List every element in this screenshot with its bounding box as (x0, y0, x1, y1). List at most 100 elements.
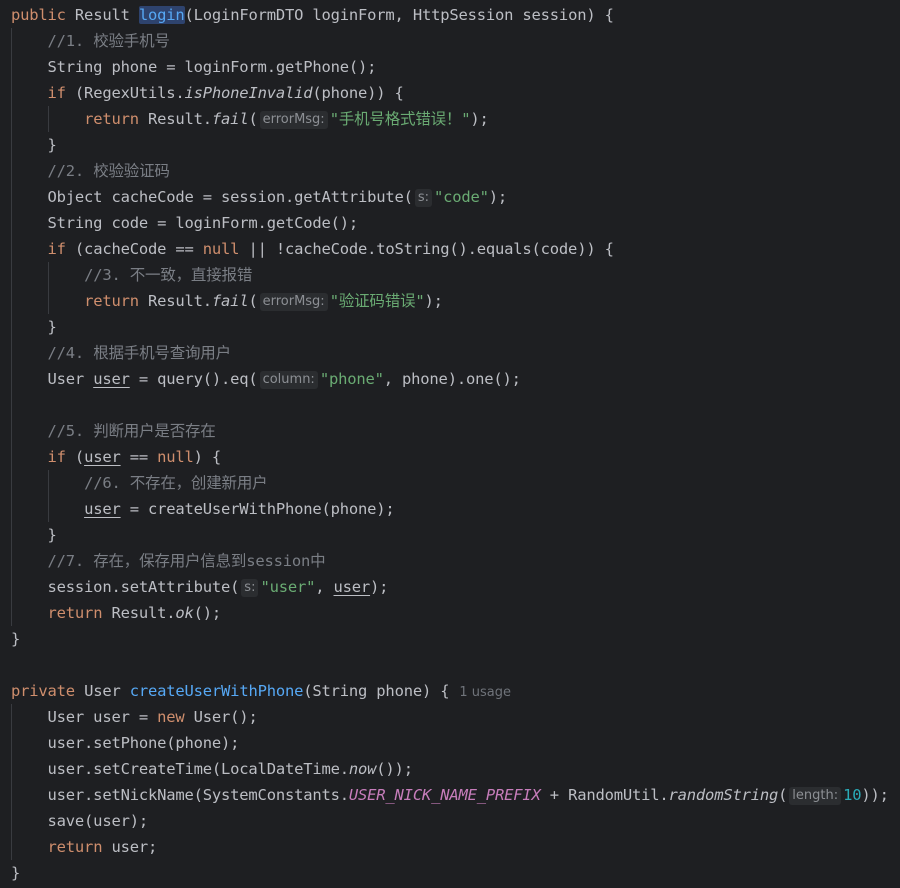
comment: //7. 存在，保存用户信息到session中 (47, 552, 326, 570)
code-line[interactable]: if (user == null) { (11, 444, 222, 470)
parameter-hint: column: (259, 371, 318, 389)
code-token: Result (65, 6, 139, 24)
code-line[interactable]: } (11, 626, 20, 652)
code-token: , phone).one(); (383, 370, 521, 388)
keyword: return (84, 110, 139, 128)
code-line[interactable]: } (11, 860, 20, 886)
string-literal: "phone" (319, 370, 384, 388)
code-token: (cacheCode == (65, 240, 203, 258)
code-line[interactable]: if (RegexUtils.isPhoneInvalid(phone)) { (11, 80, 404, 106)
code-line[interactable]: User user = new User(); (11, 704, 258, 730)
code-token: == (120, 448, 158, 466)
code-token: User (74, 682, 130, 700)
keyword: return (47, 604, 103, 622)
code-line[interactable]: //6. 不存在，创建新用户 (11, 470, 268, 496)
code-line[interactable]: public Result login(LoginFormDTO loginFo… (11, 2, 614, 28)
code-line[interactable]: session.setAttribute(s: "user", user); (11, 574, 389, 600)
number-literal: 10 (843, 786, 862, 804)
code-line[interactable]: String phone = loginForm.getPhone(); (11, 54, 377, 80)
code-token: Result. (102, 604, 176, 622)
code-token: ); (470, 110, 489, 128)
code-line[interactable]: save(user); (11, 808, 149, 834)
code-token: String phone = loginForm.getPhone(); (11, 58, 377, 76)
keyword: null (157, 448, 194, 466)
code-line[interactable]: //7. 存在，保存用户信息到session中 (11, 548, 326, 574)
static-method-call: fail (211, 110, 249, 128)
comment: //4. 根据手机号查询用户 (47, 344, 232, 362)
code-token: (RegexUtils. (65, 84, 185, 102)
code-token: ()); (376, 760, 413, 778)
code-token: Object cacheCode = session.getAttribute( (11, 188, 413, 206)
code-token: ) { (193, 448, 222, 466)
code-token: = query().eq( (129, 370, 258, 388)
code-token: ( (248, 110, 258, 128)
keyword: if (47, 448, 66, 466)
static-method-call: now (348, 760, 377, 778)
code-editor[interactable]: public Result login(LoginFormDTO loginFo… (0, 0, 900, 888)
code-token: (LoginFormDTO loginForm, HttpSession ses… (184, 6, 614, 24)
code-line[interactable]: //1. 校验手机号 (11, 28, 170, 54)
code-line[interactable]: user.setNickName(SystemConstants.USER_NI… (11, 782, 889, 808)
variable-reassigned: user (333, 578, 371, 596)
parameter-hint: s: (414, 189, 432, 207)
code-line[interactable]: return Result.fail(errorMsg: "手机号格式错误！"); (11, 106, 489, 132)
code-line[interactable]: String code = loginForm.getCode(); (11, 210, 359, 236)
code-line[interactable]: return Result.ok(); (11, 600, 222, 626)
code-line[interactable]: //4. 根据手机号查询用户 (11, 340, 232, 366)
parameter-hint: s: (241, 579, 259, 597)
variable-reassigned: user (93, 370, 130, 388)
code-token: ); (424, 292, 443, 310)
code-token: || !cacheCode.toString().equals(code)) { (239, 240, 614, 258)
code-token: ( (778, 786, 788, 804)
code-token: (phone)) { (312, 84, 404, 102)
code-line[interactable]: } (11, 522, 57, 548)
code-line[interactable]: //2. 校验验证码 (11, 158, 170, 184)
static-method-call: ok (175, 604, 194, 622)
code-token: user; (102, 838, 158, 856)
code-token: session.setAttribute( (11, 578, 240, 596)
code-line[interactable]: User user = query().eq(column: "phone", p… (11, 366, 521, 392)
code-line[interactable]: return user; (11, 834, 158, 860)
keyword: public (11, 6, 66, 24)
code-token: save(user); (11, 812, 149, 830)
string-literal: "code" (433, 188, 489, 206)
usage-count-link[interactable]: 1 usage (459, 685, 511, 700)
keyword: if (47, 84, 66, 102)
comment: //3. 不一致，直接报错 (84, 266, 253, 284)
code-token: String code = loginForm.getCode(); (11, 214, 359, 232)
code-token: } (11, 864, 21, 882)
code-line[interactable]: if (cacheCode == null || !cacheCode.toSt… (11, 236, 614, 262)
code-line[interactable]: //3. 不一致，直接报错 (11, 262, 252, 288)
string-literal: "验证码错误" (329, 292, 425, 310)
code-token: } (11, 318, 57, 336)
code-token: user.setPhone(phone); (11, 734, 240, 752)
code-line[interactable]: user.setCreateTime(LocalDateTime.now()); (11, 756, 414, 782)
code-line[interactable]: return Result.fail(errorMsg: "验证码错误"); (11, 288, 443, 314)
code-line[interactable]: //5. 判断用户是否存在 (11, 418, 216, 444)
static-method-call: fail (211, 292, 249, 310)
code-token: )); (861, 786, 889, 804)
code-line[interactable]: private User createUserWithPhone(String … (11, 678, 511, 704)
code-line[interactable]: user = createUserWithPhone(phone); (11, 496, 395, 522)
code-line[interactable]: Object cacheCode = session.getAttribute(… (11, 184, 507, 210)
variable-reassigned: user (84, 500, 121, 518)
keyword: if (47, 240, 66, 258)
code-token: Result. (138, 292, 212, 310)
code-line[interactable]: } (11, 314, 57, 340)
code-token: , (315, 578, 334, 596)
code-token: User(); (184, 708, 258, 726)
code-token: ( (248, 292, 258, 310)
code-line[interactable]: user.setPhone(phone); (11, 730, 240, 756)
code-token: User user = (11, 708, 158, 726)
code-token: = createUserWithPhone(phone); (120, 500, 395, 518)
code-line[interactable]: } (11, 132, 57, 158)
method-name: createUserWithPhone (129, 682, 304, 700)
